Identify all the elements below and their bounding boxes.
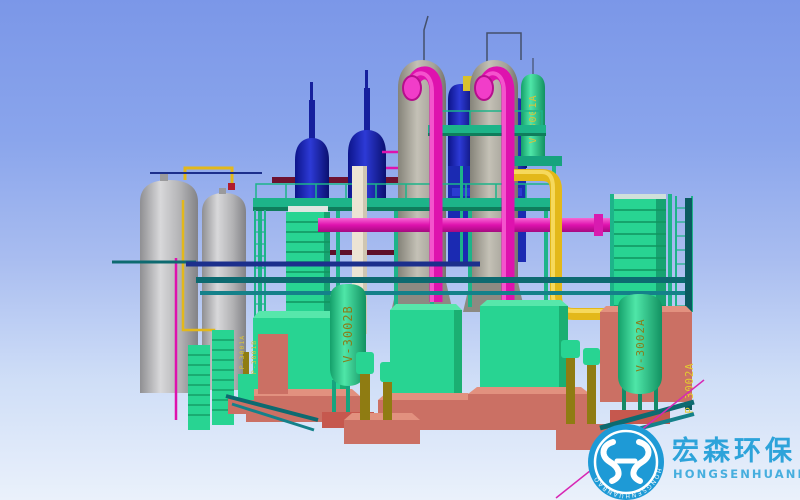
- plant-model-canvas: V-3001A: [0, 0, 800, 500]
- reactor-vessel-1: [292, 82, 332, 210]
- label-v3002b: V-3002B: [341, 305, 355, 363]
- label-v3001a: V-3001A: [528, 94, 539, 143]
- label-p3001a: P-3001A: [238, 335, 246, 369]
- logo-wordmark-en: HONGSENHUANBAO: [673, 467, 800, 481]
- 3d-viewport[interactable]: V-3001A: [0, 0, 800, 500]
- label-v3002a: V-3002A: [634, 318, 647, 371]
- distillation-column-2: [463, 60, 525, 312]
- logo-mark: HONGSENHUANBAO: [588, 424, 664, 500]
- label-p3001b: P-3001B: [250, 340, 258, 374]
- logo-wordmark-cn: 宏森环保: [672, 435, 796, 467]
- distillation-column-1: [391, 60, 453, 312]
